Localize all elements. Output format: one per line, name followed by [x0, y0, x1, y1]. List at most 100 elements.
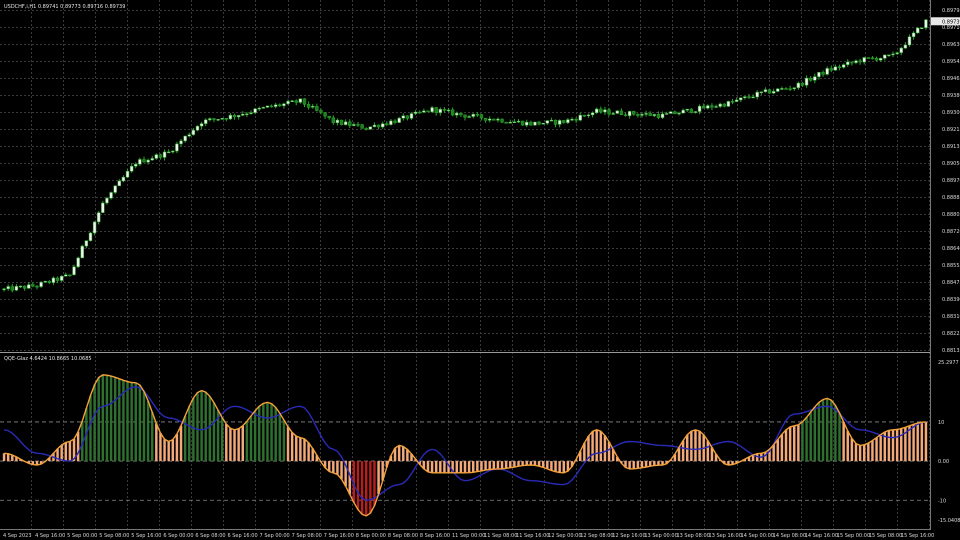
candle-body[interactable]: [483, 117, 488, 121]
candle-body[interactable]: [294, 100, 298, 103]
candle-body[interactable]: [212, 118, 216, 120]
candle-body[interactable]: [718, 103, 722, 107]
candle-body[interactable]: [541, 123, 545, 125]
candle-body[interactable]: [84, 240, 89, 247]
candle-body[interactable]: [121, 176, 126, 182]
candle-body[interactable]: [562, 120, 566, 123]
candle-body[interactable]: [697, 105, 702, 112]
candle-body[interactable]: [413, 111, 418, 114]
candle-body[interactable]: [903, 44, 908, 49]
candle-body[interactable]: [442, 109, 447, 111]
candle-body[interactable]: [866, 57, 871, 59]
candle-body[interactable]: [385, 123, 389, 125]
candle-body[interactable]: [162, 151, 167, 158]
candle-body[interactable]: [607, 109, 611, 115]
candle-body[interactable]: [14, 286, 19, 291]
candle-body[interactable]: [677, 112, 681, 115]
candle-body[interactable]: [10, 286, 14, 291]
candle-body[interactable]: [846, 61, 850, 65]
candle-body[interactable]: [804, 77, 809, 86]
candle-body[interactable]: [883, 54, 887, 59]
candle-body[interactable]: [615, 110, 619, 114]
candle-body[interactable]: [685, 108, 689, 111]
candle-body[interactable]: [771, 91, 776, 94]
candle-body[interactable]: [228, 114, 233, 120]
candle-body[interactable]: [158, 154, 163, 158]
candle-body[interactable]: [874, 57, 879, 61]
candle-body[interactable]: [780, 88, 784, 90]
candle-body[interactable]: [142, 159, 146, 163]
candle-body[interactable]: [257, 107, 261, 110]
candle-body[interactable]: [323, 112, 327, 117]
candle-body[interactable]: [59, 275, 64, 281]
candle-body[interactable]: [208, 118, 212, 121]
candle-body[interactable]: [35, 285, 39, 288]
candle-body[interactable]: [195, 125, 200, 131]
candle-body[interactable]: [508, 121, 512, 124]
candle-body[interactable]: [899, 47, 903, 53]
candle-body[interactable]: [595, 108, 599, 113]
candle-body[interactable]: [331, 117, 335, 123]
candle-body[interactable]: [924, 19, 928, 28]
candle-body[interactable]: [97, 212, 101, 223]
candle-body[interactable]: [623, 114, 628, 117]
candle-body[interactable]: [376, 124, 381, 128]
candle-body[interactable]: [817, 72, 821, 77]
candle-body[interactable]: [549, 119, 554, 122]
candle-body[interactable]: [776, 88, 780, 92]
candle-body[interactable]: [199, 123, 204, 127]
candle-body[interactable]: [870, 57, 875, 60]
candle-body[interactable]: [343, 121, 348, 125]
candle-body[interactable]: [582, 114, 587, 117]
candle-body[interactable]: [179, 140, 183, 145]
candle-body[interactable]: [290, 100, 294, 102]
candle-body[interactable]: [652, 114, 657, 116]
candle-body[interactable]: [245, 113, 249, 115]
candle-body[interactable]: [253, 108, 257, 113]
candle-body[interactable]: [356, 124, 360, 126]
candle-body[interactable]: [154, 154, 159, 159]
candle-body[interactable]: [134, 163, 138, 167]
candle-body[interactable]: [557, 120, 562, 125]
candle-body[interactable]: [669, 111, 673, 114]
candle-body[interactable]: [516, 120, 521, 123]
candle-body[interactable]: [570, 118, 574, 121]
candle-body[interactable]: [693, 111, 698, 113]
candle-body[interactable]: [841, 64, 846, 68]
candle-body[interactable]: [714, 106, 718, 108]
candle-body[interactable]: [525, 121, 529, 126]
candle-body[interactable]: [796, 82, 801, 88]
candle-body[interactable]: [298, 98, 303, 103]
candle-body[interactable]: [76, 257, 80, 268]
candle-body[interactable]: [113, 185, 117, 193]
candle-body[interactable]: [862, 57, 866, 63]
candle-body[interactable]: [335, 119, 340, 123]
candle-body[interactable]: [578, 114, 582, 121]
candle-body[interactable]: [31, 284, 35, 287]
candle-body[interactable]: [138, 159, 142, 165]
candle-body[interactable]: [829, 68, 833, 71]
candle-body[interactable]: [858, 60, 862, 63]
candle-body[interactable]: [660, 113, 665, 118]
candle-body[interactable]: [286, 100, 290, 105]
candle-body[interactable]: [129, 165, 134, 172]
candle-body[interactable]: [821, 72, 825, 75]
candle-body[interactable]: [611, 113, 615, 115]
candle-body[interactable]: [92, 221, 97, 234]
candle-body[interactable]: [734, 99, 739, 102]
candle-body[interactable]: [644, 113, 648, 115]
candle-body[interactable]: [364, 128, 368, 130]
candle-body[interactable]: [191, 129, 196, 135]
candle-body[interactable]: [545, 120, 550, 124]
candle-body[interactable]: [450, 109, 455, 116]
candle-body[interactable]: [282, 103, 286, 107]
candle-body[interactable]: [553, 119, 558, 125]
candle-body[interactable]: [813, 76, 817, 81]
candle-body[interactable]: [455, 112, 459, 116]
candle-body[interactable]: [109, 192, 113, 199]
candle-body[interactable]: [352, 124, 356, 126]
candle-body[interactable]: [278, 104, 282, 107]
candle-body[interactable]: [895, 52, 899, 55]
candle-body[interactable]: [500, 118, 504, 123]
candle-body[interactable]: [306, 104, 311, 108]
